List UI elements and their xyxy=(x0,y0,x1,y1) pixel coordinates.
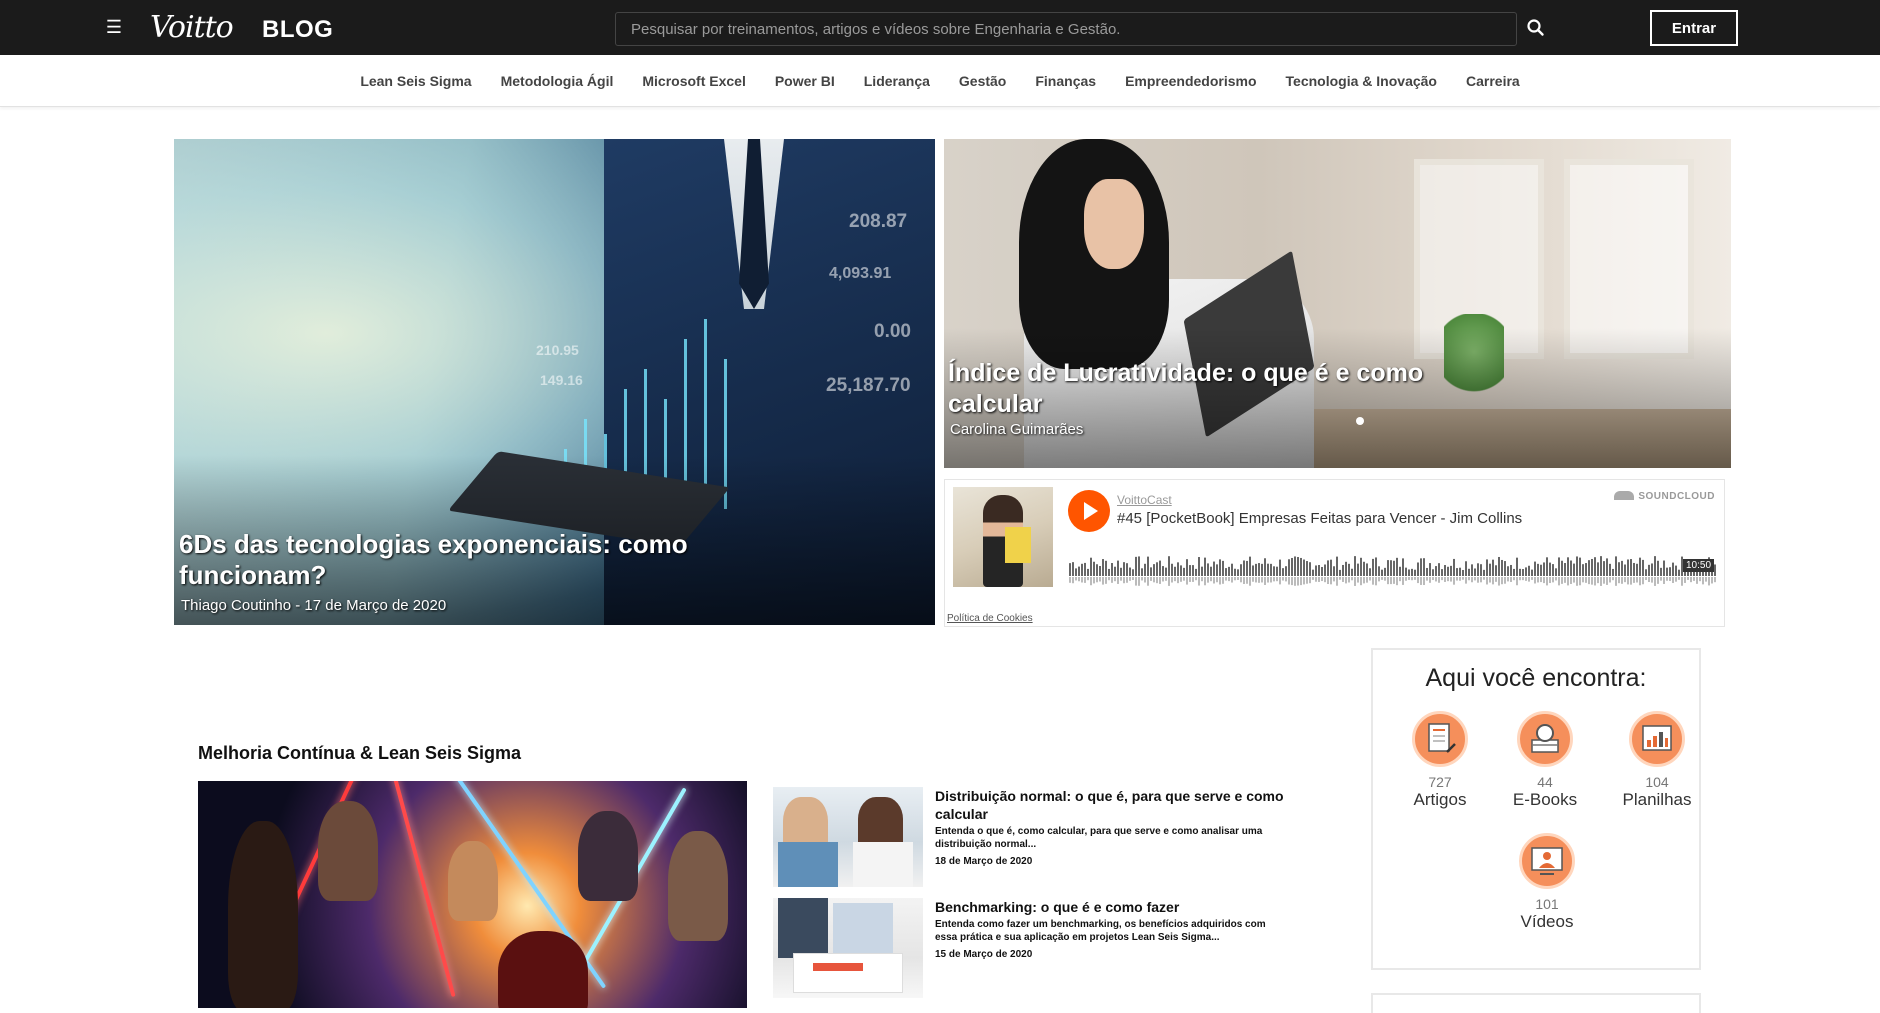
hero-overlay-number: 208.87 xyxy=(849,211,908,232)
soundcloud-player: VoittoCast #45 [PocketBook] Empresas Fei… xyxy=(944,479,1725,627)
top-bar: ☰ Voitto BLOG Entrar xyxy=(0,0,1880,55)
search-input[interactable] xyxy=(615,12,1517,46)
section-title[interactable]: Melhoria Contínua & Lean Seis Sigma xyxy=(198,743,521,764)
article-title[interactable]: calcular xyxy=(935,805,1335,823)
play-button[interactable] xyxy=(1068,490,1110,532)
track-duration: 10:50 xyxy=(1683,559,1715,572)
hero-side-author: Carolina Guimarães xyxy=(950,421,1084,438)
waveform[interactable] xyxy=(1069,554,1719,588)
resource-label: Planilhas xyxy=(1622,790,1692,809)
resource-count: 727 xyxy=(1428,774,1452,790)
category-nav: Lean Seis Sigma Metodologia Ágil Microso… xyxy=(0,55,1880,107)
article-excerpt: Entenda o que é, como calcular, para que… xyxy=(935,826,1263,837)
podcast-track-title[interactable]: #45 [PocketBook] Empresas Feitas para Ve… xyxy=(1117,510,1522,527)
cookie-policy-link[interactable]: Política de Cookies xyxy=(947,613,1033,624)
featured-post-side[interactable]: Índice de Lucratividade: o que é e como … xyxy=(944,139,1731,468)
resource-articles[interactable]: 727 Artigos xyxy=(1385,711,1495,810)
blog-label[interactable]: BLOG xyxy=(262,16,333,44)
featured-post-main[interactable]: 208.87 4,093.91 0.00 210.95 149.16 25,18… xyxy=(174,139,935,625)
resource-label: Vídeos xyxy=(1520,912,1574,931)
carousel-dot[interactable] xyxy=(1356,417,1364,425)
resource-ebooks[interactable]: 44 E-Books xyxy=(1490,711,1600,810)
soundcloud-brand[interactable]: SOUNDCLOUD xyxy=(1614,491,1715,502)
search-icon[interactable] xyxy=(1525,17,1547,39)
article-date: 15 de Março de 2020 xyxy=(935,949,1033,960)
article-date: 18 de Março de 2020 xyxy=(935,856,1033,867)
hero-side-title-line1[interactable]: Índice de Lucratividade: o que é e como xyxy=(948,358,1423,389)
hero-side-title-line2[interactable]: calcular xyxy=(948,389,1043,420)
article-excerpt: essa prática e sua aplicação em projetos… xyxy=(935,932,1220,943)
resource-count: 104 xyxy=(1645,774,1669,790)
hero-main-title-line1[interactable]: 6Ds das tecnologias exponenciais: como xyxy=(179,529,688,560)
resource-spreadsheets[interactable]: 104 Planilhas xyxy=(1602,711,1712,810)
hero-overlay-number: 149.16 xyxy=(540,372,583,388)
resources-box: Aqui você encontra: 727 Artigos 44 E-Boo… xyxy=(1371,648,1701,970)
resource-videos[interactable]: 101 Vídeos xyxy=(1492,833,1602,932)
article-title[interactable]: Benchmarking: o que é e como fazer xyxy=(935,898,1335,916)
category-metodologia-agil[interactable]: Metodologia Ágil xyxy=(501,73,614,89)
category-tecnologia-inovacao[interactable]: Tecnologia & Inovação xyxy=(1286,73,1437,89)
category-empreendedorismo[interactable]: Empreendedorismo xyxy=(1125,73,1256,89)
hero-main-title-line2[interactable]: funcionam? xyxy=(179,560,326,591)
voitto-logo[interactable]: Voitto xyxy=(150,12,234,44)
soundcloud-icon xyxy=(1614,491,1635,500)
hero-overlay-number: 25,187.70 xyxy=(826,375,911,396)
category-carreira[interactable]: Carreira xyxy=(1466,73,1520,89)
ebook-search-icon xyxy=(1517,711,1573,767)
category-power-bi[interactable]: Power BI xyxy=(775,73,835,89)
menu-icon[interactable]: ☰ xyxy=(104,18,124,36)
article-thumbnail[interactable] xyxy=(773,898,923,998)
podcast-cover-image xyxy=(953,487,1053,587)
category-microsoft-excel[interactable]: Microsoft Excel xyxy=(642,73,745,89)
category-gestao[interactable]: Gestão xyxy=(959,73,1006,89)
article-icon xyxy=(1412,711,1468,767)
resource-count: 101 xyxy=(1535,896,1559,912)
resource-count: 44 xyxy=(1537,774,1553,790)
hero-overlay-number: 210.95 xyxy=(536,342,579,358)
category-financas[interactable]: Finanças xyxy=(1035,73,1096,89)
article-excerpt: Entenda como fazer um benchmarking, os b… xyxy=(935,919,1266,930)
sidebar-box-next xyxy=(1371,993,1701,1013)
resources-title: Aqui você encontra: xyxy=(1425,664,1647,692)
hero-main-meta: Thiago Coutinho - 17 de Março de 2020 xyxy=(181,597,447,614)
resource-label: Artigos xyxy=(1413,790,1467,809)
article-title[interactable]: Distribuição normal: o que é, para que s… xyxy=(935,787,1335,805)
article-thumbnail[interactable] xyxy=(773,787,923,887)
article-excerpt: distribuição normal... xyxy=(935,839,1037,850)
hero-overlay-number: 4,093.91 xyxy=(829,265,892,282)
video-icon xyxy=(1519,833,1575,889)
section-featured-image[interactable] xyxy=(198,781,747,1008)
podcast-user-link[interactable]: VoittoCast xyxy=(1117,493,1172,507)
spreadsheet-chart-icon xyxy=(1629,711,1685,767)
category-lean-seis-sigma[interactable]: Lean Seis Sigma xyxy=(360,73,471,89)
category-lideranca[interactable]: Liderança xyxy=(864,73,930,89)
hero-overlay-number: 0.00 xyxy=(874,321,911,342)
resource-label: E-Books xyxy=(1512,790,1578,809)
login-button[interactable]: Entrar xyxy=(1650,10,1738,46)
